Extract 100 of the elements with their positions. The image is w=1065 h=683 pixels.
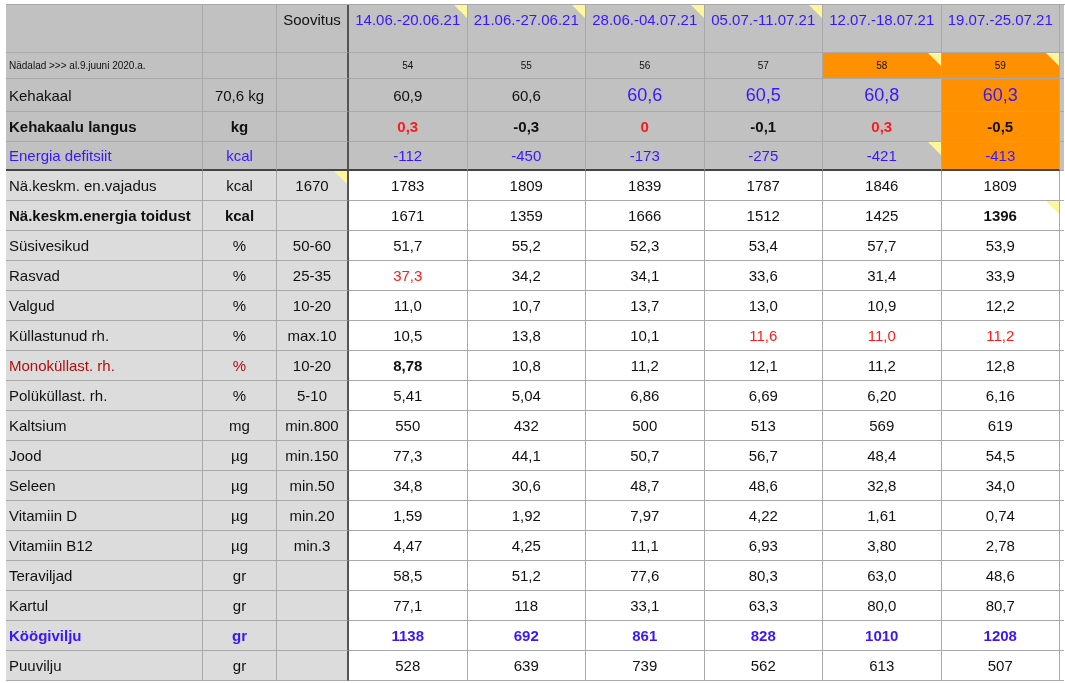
table-cell: 10,8 bbox=[467, 351, 586, 381]
row-header: Kartul bbox=[6, 591, 203, 621]
table-cell: 5,41 bbox=[349, 381, 468, 411]
week-number: 57 bbox=[704, 53, 823, 79]
row-header: Monoküllast. rh. bbox=[6, 351, 203, 381]
table-cell: 51,2 bbox=[467, 561, 586, 591]
recommendation-cell: 10-20 bbox=[277, 291, 349, 321]
recommendation-cell: max.10 bbox=[277, 321, 349, 351]
table-cell: 1425 bbox=[823, 201, 942, 231]
table-cell: 10,9 bbox=[823, 291, 942, 321]
table-cell: 12,1 bbox=[704, 351, 823, 381]
table-cell: 10,5 bbox=[349, 321, 468, 351]
table-cell: 77,6 bbox=[586, 561, 705, 591]
table-cell: 432 bbox=[467, 411, 586, 441]
table-cell: -275 bbox=[704, 142, 823, 171]
table-cell: 10,1 bbox=[586, 321, 705, 351]
table-cell: 77,1 bbox=[349, 591, 468, 621]
unit-cell: mg bbox=[203, 411, 277, 441]
row-header: Valgud bbox=[6, 291, 203, 321]
table-cell: 50,7 bbox=[586, 441, 705, 471]
table-cell: 4,22 bbox=[704, 501, 823, 531]
recommendation-cell: min.800 bbox=[277, 411, 349, 441]
table-cell: 569 bbox=[823, 411, 942, 441]
week-number: 59 bbox=[941, 53, 1060, 79]
table-cell: 10,7 bbox=[467, 291, 586, 321]
unit-cell: % bbox=[203, 231, 277, 261]
table-cell: 692 bbox=[467, 621, 586, 651]
table-cell: 60,9 bbox=[349, 79, 468, 112]
row-header: Kaltsium bbox=[6, 411, 203, 441]
table-cell: 1809 bbox=[467, 171, 586, 201]
unit-cell: kcal bbox=[203, 142, 277, 171]
table-cell: 53,4 bbox=[704, 231, 823, 261]
table-cell: 1846 bbox=[823, 171, 942, 201]
table-cell: 60,8 bbox=[823, 79, 942, 112]
table-cell: 12,2 bbox=[941, 291, 1060, 321]
table-cell: 11,6 bbox=[704, 321, 823, 351]
recommendation-cell: min.20 bbox=[277, 501, 349, 531]
table-cell: 33,6 bbox=[704, 261, 823, 291]
unit-cell: % bbox=[203, 351, 277, 381]
week-number: 56 bbox=[586, 53, 705, 79]
recommendation-cell: 50-60 bbox=[277, 231, 349, 261]
table-cell: 48,6 bbox=[941, 561, 1060, 591]
table-cell: -450 bbox=[467, 142, 586, 171]
week-number: 55 bbox=[467, 53, 586, 79]
unit-cell: µg bbox=[203, 501, 277, 531]
table-cell: 507 bbox=[941, 651, 1060, 681]
column-header: 12.07.-18.07.21 bbox=[823, 5, 942, 53]
table-cell: 51,7 bbox=[349, 231, 468, 261]
table-cell: 11,2 bbox=[941, 321, 1060, 351]
table-cell: -413 bbox=[941, 142, 1060, 171]
table-cell: 57,7 bbox=[823, 231, 942, 261]
table-cell: 6,86 bbox=[586, 381, 705, 411]
table-cell: 861 bbox=[586, 621, 705, 651]
unit-cell: gr bbox=[203, 561, 277, 591]
table-cell: 63,0 bbox=[823, 561, 942, 591]
week-number: 58 bbox=[823, 53, 942, 79]
table-cell: 1809 bbox=[941, 171, 1060, 201]
row-header: Kehakaal bbox=[6, 79, 203, 112]
row-header: Teraviljad bbox=[6, 561, 203, 591]
unit-cell: % bbox=[203, 291, 277, 321]
table-cell: 6,93 bbox=[704, 531, 823, 561]
row-header: Nä.keskm.energia toidust bbox=[6, 201, 203, 231]
recommendation-cell: min.3 bbox=[277, 531, 349, 561]
row-header: Seleen bbox=[6, 471, 203, 501]
table-cell: 1,59 bbox=[349, 501, 468, 531]
table-cell: 54,5 bbox=[941, 441, 1060, 471]
row-header: Küllastunud rh. bbox=[6, 321, 203, 351]
table-cell: 118 bbox=[467, 591, 586, 621]
table-cell: 5,04 bbox=[467, 381, 586, 411]
table-cell: 4,25 bbox=[467, 531, 586, 561]
table-cell: 77,3 bbox=[349, 441, 468, 471]
table-cell: 80,7 bbox=[941, 591, 1060, 621]
table-cell: 33,1 bbox=[586, 591, 705, 621]
table-cell: 48,4 bbox=[823, 441, 942, 471]
unit-cell: gr bbox=[203, 591, 277, 621]
table-cell: 80,0 bbox=[823, 591, 942, 621]
table-cell: -0,1 bbox=[704, 112, 823, 142]
table-cell: 31,4 bbox=[823, 261, 942, 291]
table-cell: 1359 bbox=[467, 201, 586, 231]
row-header: Nä.keskm. en.vajadus bbox=[6, 171, 203, 201]
recommendation-cell: min.150 bbox=[277, 441, 349, 471]
table-cell: 52,3 bbox=[586, 231, 705, 261]
table-cell: 34,0 bbox=[941, 471, 1060, 501]
table-cell: 1396 bbox=[941, 201, 1060, 231]
table-cell: 3,80 bbox=[823, 531, 942, 561]
table-cell: 34,1 bbox=[586, 261, 705, 291]
table-cell: 63,3 bbox=[704, 591, 823, 621]
table-cell: 55,2 bbox=[467, 231, 586, 261]
table-cell: 13,8 bbox=[467, 321, 586, 351]
table-cell: 1,92 bbox=[467, 501, 586, 531]
table-cell: -112 bbox=[349, 142, 468, 171]
table-cell: 37,3 bbox=[349, 261, 468, 291]
table-cell: 11,1 bbox=[586, 531, 705, 561]
table-cell: 48,7 bbox=[586, 471, 705, 501]
table-cell: 8,78 bbox=[349, 351, 468, 381]
recommendation-cell: 10-20 bbox=[277, 351, 349, 381]
table-cell: 33,9 bbox=[941, 261, 1060, 291]
table-cell: 11,0 bbox=[823, 321, 942, 351]
table-cell: 0,3 bbox=[823, 112, 942, 142]
table-cell: 1839 bbox=[586, 171, 705, 201]
